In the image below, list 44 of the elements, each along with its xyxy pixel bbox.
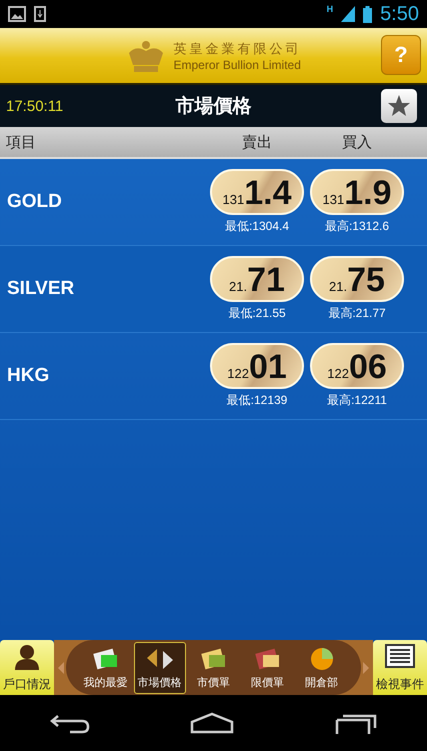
low-price: 最低:12139 [226, 392, 288, 409]
high-price: 最高:1312.6 [324, 218, 390, 235]
company-name: 英皇金業有限公司 [174, 40, 302, 58]
sell-price-button[interactable]: 21.71 [210, 256, 304, 302]
low-price: 最低:1304.4 [224, 218, 290, 235]
instrument-name: HKG [6, 365, 50, 387]
column-header: 買入 [342, 132, 372, 152]
battery-icon [363, 6, 372, 22]
download-icon [34, 6, 46, 22]
clock: 17:50:11 [6, 98, 64, 114]
sell-price-button[interactable]: 12201 [210, 343, 304, 389]
toolbar-tab[interactable]: 市價單 [188, 642, 240, 694]
instrument-name: GOLD [6, 191, 63, 213]
image-icon [8, 6, 26, 22]
signal-icon [341, 6, 356, 22]
toolbar-tab[interactable]: 限價單 [242, 642, 294, 694]
high-price: 最高:21.77 [328, 305, 386, 322]
column-header: 項目 [5, 132, 36, 152]
company-name-english: Emperor Bullion Limited [174, 58, 302, 72]
person-icon [13, 644, 41, 670]
buy-price-button[interactable]: 1311.9 [310, 169, 404, 215]
star-icon [387, 94, 411, 118]
recent-apps-icon[interactable] [334, 712, 377, 734]
toolbar-tab[interactable]: 開倉部 [296, 642, 348, 694]
left-arrow-icon [58, 662, 64, 674]
high-price: 最高:12211 [327, 392, 387, 409]
buy-price-button[interactable]: 12206 [310, 343, 404, 389]
home-icon[interactable] [190, 712, 234, 734]
document-icon [385, 644, 415, 668]
sell-price-button[interactable]: 1311.4 [210, 169, 304, 215]
toolbar-tab[interactable]: 我的最愛 [80, 642, 132, 694]
buy-price-button[interactable]: 21.75 [310, 256, 404, 302]
toolbar-tab[interactable]: 市場價格 [134, 642, 186, 694]
account-button[interactable]: 戶口情況 [0, 640, 54, 695]
favorite-button[interactable] [381, 89, 417, 123]
instrument-name: SILVER [6, 278, 76, 300]
right-arrow-icon [363, 662, 369, 674]
back-icon[interactable] [50, 712, 90, 734]
page-title: 市場價格 [176, 94, 252, 119]
network-type: H [326, 4, 334, 14]
low-price: 最低:21.55 [228, 305, 286, 322]
status-time: 5:50 [380, 2, 419, 26]
column-header: 賣出 [242, 132, 272, 152]
events-button[interactable]: 檢視事件 [373, 640, 427, 695]
